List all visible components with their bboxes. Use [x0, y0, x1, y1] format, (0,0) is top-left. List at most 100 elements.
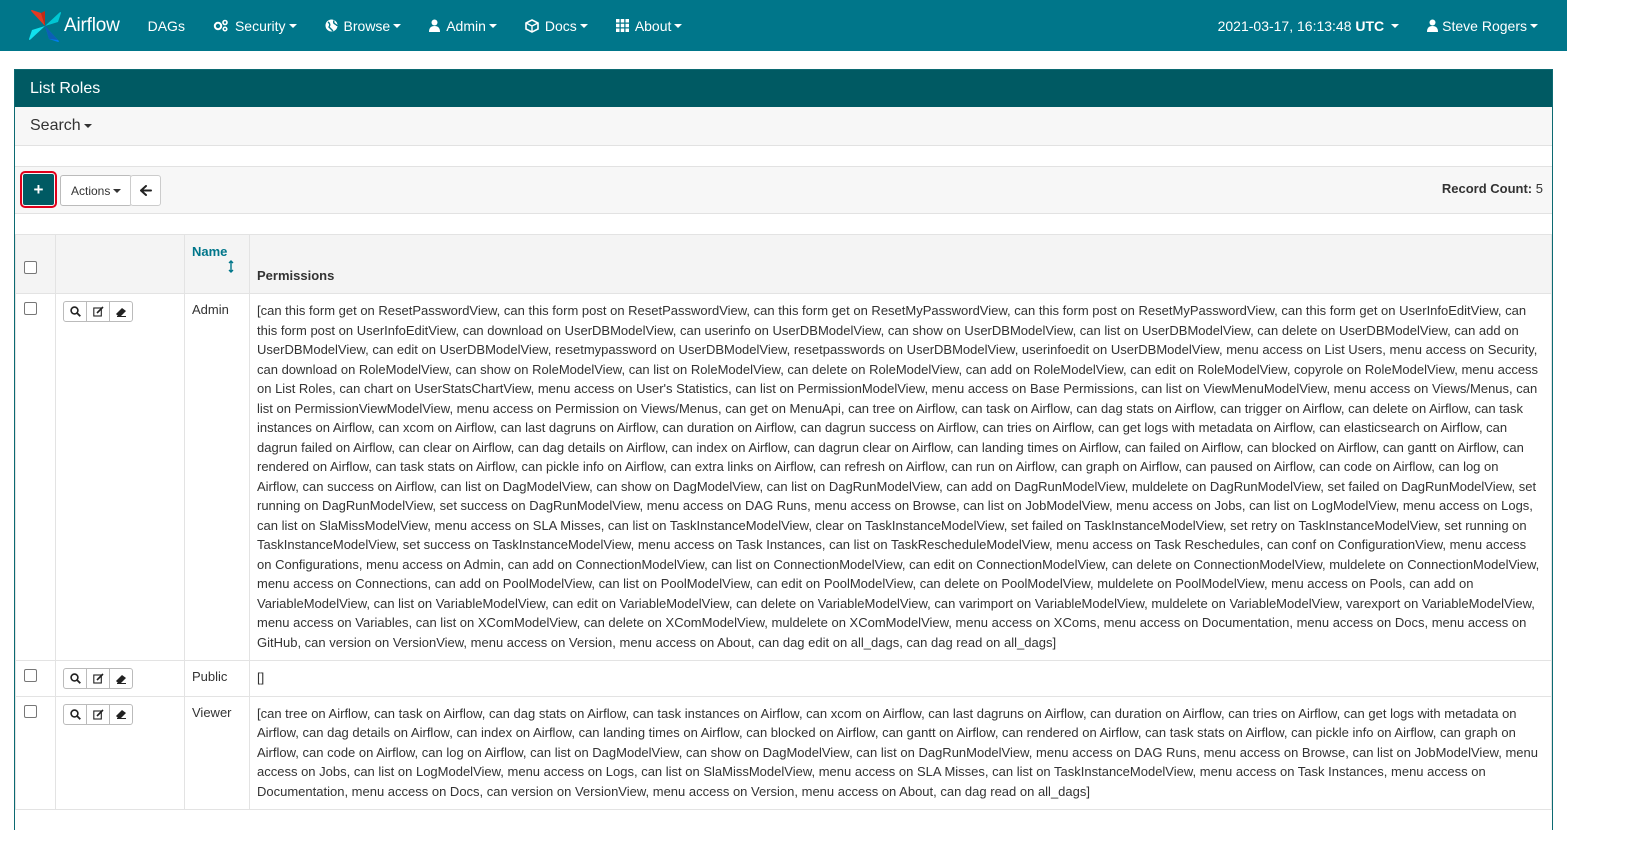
- chevron-down-icon: [579, 23, 588, 28]
- arrow-left-icon: [139, 185, 152, 196]
- brand-link[interactable]: Airflow: [28, 0, 120, 51]
- name-column-label: Name: [192, 244, 228, 259]
- row-select-cell: [15, 695, 56, 810]
- row-action-buttons: [63, 301, 133, 322]
- row-select-cell: [15, 660, 56, 697]
- row-actions-cell: [55, 293, 185, 661]
- chevron-down-icon: [83, 124, 92, 128]
- show-record-button[interactable]: [64, 302, 87, 321]
- row-checkbox[interactable]: [24, 669, 37, 682]
- user-menu[interactable]: Steve Rogers: [1413, 0, 1553, 51]
- eraser-icon: [116, 674, 126, 684]
- show-record-button[interactable]: [64, 704, 87, 724]
- plus-icon: +: [33, 179, 44, 199]
- list-toolbar: + Actions Record Count: 5: [15, 166, 1552, 214]
- airflow-logo-icon: [28, 9, 62, 43]
- globe-icon: [325, 19, 338, 32]
- nav-dags[interactable]: DAGs: [134, 0, 199, 51]
- nav-security-label: Security: [234, 17, 286, 34]
- chevron-down-icon: [113, 188, 122, 193]
- table-row: Viewer [can tree on Airflow, can task on…: [15, 695, 1552, 810]
- delete-record-button[interactable]: [110, 302, 132, 321]
- cogs-icon: [213, 19, 229, 32]
- edit-icon: [92, 708, 104, 720]
- top-navbar: Airflow DAGs Security Browse Admin Docs: [0, 0, 1567, 51]
- nav-admin-menu[interactable]: Admin: [415, 0, 511, 51]
- edit-record-button[interactable]: [87, 302, 110, 321]
- table-row: Public []: [15, 660, 1552, 697]
- actions-dropdown-button[interactable]: Actions: [60, 175, 133, 206]
- list-roles-panel: List Roles Search + Actions Record Count…: [14, 69, 1553, 830]
- clock-timezone: UTC: [1355, 17, 1385, 34]
- permissions-column-label: Permissions: [257, 268, 335, 283]
- edit-record-button[interactable]: [87, 669, 110, 688]
- nav-about-menu[interactable]: About: [602, 0, 697, 51]
- row-action-buttons: [63, 703, 133, 725]
- role-name: Public: [184, 660, 250, 697]
- delete-record-button[interactable]: [110, 705, 132, 724]
- show-record-button[interactable]: [64, 669, 87, 688]
- user-name: Steve Rogers: [1442, 17, 1527, 34]
- nav-browse-label: Browse: [343, 17, 391, 34]
- select-all-cell: [15, 234, 56, 294]
- grid-icon: [615, 19, 629, 32]
- actions-label: Actions: [71, 183, 111, 198]
- row-select-cell: [15, 293, 56, 661]
- table-header-row: Name Permissions: [15, 234, 1552, 294]
- nav-admin-label: Admin: [446, 17, 486, 34]
- user-icon: [1427, 19, 1439, 32]
- role-name: Viewer: [184, 695, 250, 810]
- chevron-down-icon: [1530, 23, 1538, 28]
- search-icon: [69, 673, 81, 684]
- search-label: Search: [30, 117, 81, 134]
- roles-table: Name Permissions Admin [can this form ge…: [15, 234, 1552, 810]
- row-actions-cell: [55, 660, 185, 697]
- role-name: Admin: [184, 293, 250, 661]
- nav-docs-label: Docs: [544, 17, 577, 34]
- permissions-column-header: Permissions: [249, 234, 1552, 294]
- back-button[interactable]: [130, 175, 161, 206]
- actions-column-header: [55, 234, 185, 294]
- utc-clock-menu[interactable]: 2021-03-17, 16:13:48 UTC: [1204, 0, 1414, 51]
- nav-docs-menu[interactable]: Docs: [511, 0, 602, 51]
- sort-icon[interactable]: [228, 260, 249, 276]
- clock-datetime: 2021-03-17, 16:13:48: [1217, 17, 1352, 34]
- nav-browse-menu[interactable]: Browse: [311, 0, 416, 51]
- nav-about-label: About: [634, 17, 672, 34]
- edit-record-button[interactable]: [87, 704, 110, 724]
- nav-security-menu[interactable]: Security: [199, 0, 311, 51]
- delete-record-button[interactable]: [110, 669, 132, 688]
- cube-icon: [525, 18, 539, 33]
- chevron-down-icon: [1391, 23, 1400, 28]
- user-icon: [429, 19, 441, 32]
- role-permissions: []: [249, 660, 1552, 697]
- chevron-down-icon: [288, 23, 297, 28]
- search-icon: [69, 708, 81, 720]
- brand-name: Airflow: [64, 14, 120, 36]
- nav-dags-label: DAGs: [147, 17, 185, 34]
- row-actions-cell: [55, 695, 185, 810]
- edit-icon: [92, 673, 104, 684]
- search-icon: [69, 306, 81, 317]
- edit-icon: [92, 306, 104, 317]
- row-checkbox[interactable]: [24, 704, 37, 718]
- chevron-down-icon: [393, 23, 402, 28]
- record-count-value: 5: [1535, 181, 1543, 196]
- add-role-button[interactable]: +: [20, 171, 57, 208]
- page-title: List Roles: [30, 79, 101, 97]
- record-count: Record Count: 5: [1442, 181, 1543, 196]
- row-action-buttons: [63, 668, 133, 689]
- select-all-checkbox[interactable]: [24, 261, 37, 274]
- role-permissions: [can tree on Airflow, can task on Airflo…: [249, 695, 1552, 810]
- chevron-down-icon: [488, 23, 497, 28]
- role-permissions: [can this form get on ResetPasswordView,…: [249, 293, 1552, 661]
- chevron-down-icon: [674, 23, 683, 28]
- panel-heading: List Roles: [15, 70, 1552, 107]
- table-row: Admin [can this form get on ResetPasswor…: [15, 293, 1552, 661]
- search-toggle[interactable]: Search: [15, 107, 1552, 146]
- eraser-icon: [116, 710, 126, 719]
- row-checkbox[interactable]: [24, 302, 37, 315]
- eraser-icon: [116, 307, 126, 317]
- record-count-label: Record Count:: [1441, 181, 1533, 196]
- name-column-header[interactable]: Name: [184, 234, 250, 294]
